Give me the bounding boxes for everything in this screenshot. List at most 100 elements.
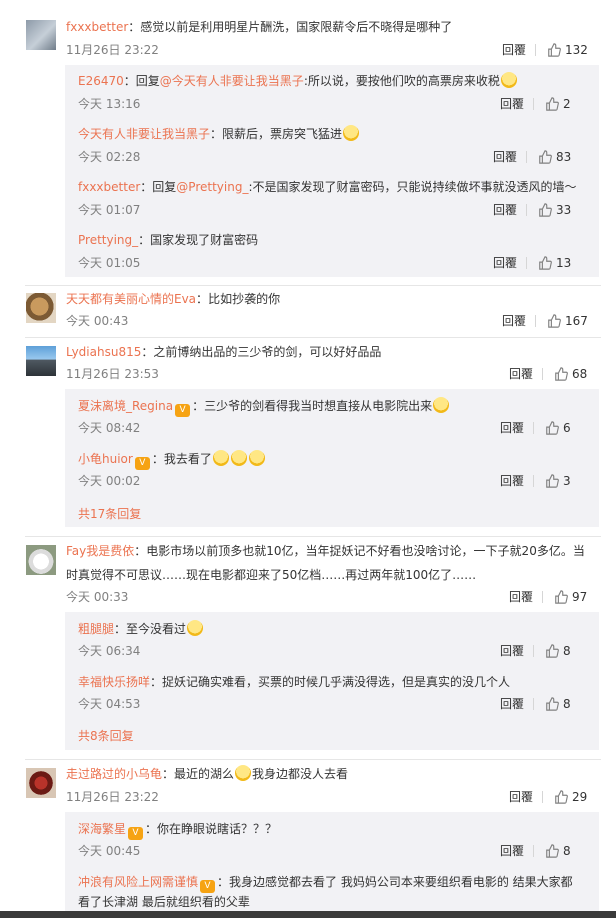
username-link[interactable]: 今天有人非要让我当黑子 bbox=[78, 127, 210, 141]
divider bbox=[533, 475, 534, 487]
mention-link[interactable]: @Prettying_ bbox=[176, 180, 248, 194]
like-button[interactable]: 2 bbox=[545, 96, 571, 112]
username-link[interactable]: 小龟huior bbox=[78, 452, 133, 466]
like-button[interactable]: 33 bbox=[538, 202, 571, 218]
reply-text: 今天有人非要让我当黑子：限薪后，票房突飞猛进 bbox=[78, 125, 360, 143]
username-link[interactable]: 粗腿腿 bbox=[78, 622, 114, 636]
timestamp: 11月26日 23:22 bbox=[66, 790, 159, 804]
like-button[interactable]: 29 bbox=[554, 789, 587, 805]
thumbs-up-icon bbox=[546, 474, 559, 488]
reply-button[interactable]: 回覆 bbox=[502, 42, 526, 58]
reply-button[interactable]: 回覆 bbox=[493, 255, 517, 271]
like-button[interactable]: 132 bbox=[547, 42, 588, 58]
timestamp: 今天 00:02 bbox=[78, 474, 141, 488]
separator bbox=[25, 337, 601, 338]
username-link[interactable]: Fay我是费依 bbox=[66, 544, 134, 558]
divider bbox=[526, 151, 527, 163]
reply-button[interactable]: 回覆 bbox=[500, 696, 524, 712]
reply-button[interactable]: 回覆 bbox=[493, 202, 517, 218]
avatar[interactable] bbox=[26, 293, 56, 323]
username-link[interactable]: fxxxbetter bbox=[78, 180, 140, 194]
username-link[interactable]: E26470 bbox=[78, 74, 124, 88]
thumbs-up-icon bbox=[546, 97, 559, 111]
divider bbox=[526, 204, 527, 216]
reply-text: 冲浪有风险上网需谨慎 V ：我身边感觉都去看了 我妈妈公司本来要组织看电影的 结果大… bbox=[78, 875, 573, 893]
like-button[interactable]: 97 bbox=[554, 589, 587, 605]
divider bbox=[535, 315, 536, 327]
reply-button[interactable]: 回覆 bbox=[509, 589, 533, 605]
smiley-emoji-icon bbox=[212, 450, 229, 466]
mention-link[interactable]: @今天有人非要让我当黑子 bbox=[160, 74, 304, 88]
username-link[interactable]: 深海繁星 bbox=[78, 822, 126, 836]
separator bbox=[25, 285, 601, 286]
reply-button[interactable]: 回覆 bbox=[500, 643, 524, 659]
username-link[interactable]: 幸福快乐扬咩 bbox=[78, 675, 150, 689]
like-button[interactable]: 8 bbox=[545, 843, 571, 859]
username-link[interactable]: Lydiahsu815 bbox=[66, 345, 141, 359]
timestamp: 今天 13:16 bbox=[78, 97, 141, 111]
username-link[interactable]: 冲浪有风险上网需谨慎 bbox=[78, 875, 198, 889]
like-button[interactable]: 8 bbox=[545, 643, 571, 659]
smiley-emoji-icon bbox=[235, 765, 252, 781]
comment-text: Fay我是费依：电影市场以前顶多也就10亿，当年捉妖记不好看也没啥讨论，一下子就… bbox=[66, 544, 585, 558]
reply-button[interactable]: 回覆 bbox=[500, 843, 524, 859]
divider bbox=[533, 98, 534, 110]
comment-text: 走过路过的小乌龟：最近的湖么 我身边都没人去看 bbox=[66, 765, 349, 781]
separator bbox=[25, 759, 601, 760]
timestamp: 今天 02:28 bbox=[78, 150, 141, 164]
smiley-emoji-icon bbox=[343, 125, 360, 141]
vip-badge-icon: V bbox=[200, 880, 216, 893]
reply-button[interactable]: 回覆 bbox=[493, 149, 517, 165]
like-button[interactable]: 6 bbox=[545, 420, 571, 436]
like-button[interactable]: 167 bbox=[547, 313, 588, 329]
thumbs-up-icon bbox=[546, 844, 559, 858]
avatar[interactable] bbox=[26, 545, 56, 575]
like-count: 33 bbox=[556, 203, 572, 217]
vip-badge-icon: V bbox=[128, 827, 144, 840]
reply-button[interactable]: 回覆 bbox=[509, 366, 533, 382]
like-button[interactable]: 83 bbox=[538, 149, 571, 165]
like-button[interactable]: 8 bbox=[545, 696, 571, 712]
thumbs-up-icon bbox=[555, 790, 568, 804]
reply-text: fxxxbetter：回复@Prettying_:不是国家发现了财富密码，只能说… bbox=[78, 180, 577, 194]
more-replies-link[interactable]: 共17条回复 bbox=[78, 506, 141, 522]
timestamp: 今天 08:42 bbox=[78, 421, 141, 435]
timestamp: 今天 06:34 bbox=[78, 644, 141, 658]
reply-text-continued: 看了长津湖 最后就组织看的父辈 bbox=[78, 895, 250, 909]
thumbs-up-icon bbox=[548, 43, 561, 57]
window-bottom-edge bbox=[0, 911, 616, 918]
divider bbox=[533, 645, 534, 657]
comment-text: Lydiahsu815：之前博纳出品的三少爷的剑，可以好好品品 bbox=[66, 345, 382, 359]
reply-button[interactable]: 回覆 bbox=[500, 420, 524, 436]
timestamp: 11月26日 23:53 bbox=[66, 367, 159, 381]
reply-text: Prettying_：国家发现了财富密码 bbox=[78, 233, 259, 247]
smiley-emoji-icon bbox=[500, 72, 517, 88]
username-link[interactable]: 天天都有美丽心情的Eva bbox=[66, 292, 196, 306]
username-link[interactable]: 走过路过的小乌龟 bbox=[66, 767, 162, 781]
timestamp: 今天 00:43 bbox=[66, 314, 129, 328]
username-link[interactable]: fxxxbetter bbox=[66, 20, 128, 34]
avatar[interactable] bbox=[26, 346, 56, 376]
timestamp: 今天 04:53 bbox=[78, 697, 141, 711]
reply-button[interactable]: 回覆 bbox=[500, 96, 524, 112]
like-button[interactable]: 68 bbox=[554, 366, 587, 382]
username-link[interactable]: 夏沫离境_Regina bbox=[78, 399, 173, 413]
comment-feed: fxxxbetter：感觉以前是利用明星片酬洗，国家限薪令后不晓得是哪种了 11… bbox=[0, 0, 616, 918]
reply-button[interactable]: 回覆 bbox=[500, 473, 524, 489]
vip-badge-icon: V bbox=[175, 404, 191, 417]
like-button[interactable]: 13 bbox=[538, 255, 571, 271]
more-replies-link[interactable]: 共8条回复 bbox=[78, 728, 134, 744]
reply-button[interactable]: 回覆 bbox=[502, 313, 526, 329]
avatar[interactable] bbox=[26, 20, 56, 50]
like-count: 83 bbox=[556, 150, 572, 164]
timestamp: 今天 00:33 bbox=[66, 590, 129, 604]
like-button[interactable]: 3 bbox=[545, 473, 571, 489]
thumbs-up-icon bbox=[548, 314, 561, 328]
reply-button[interactable]: 回覆 bbox=[509, 789, 533, 805]
username-link[interactable]: Prettying_ bbox=[78, 233, 138, 247]
smiley-emoji-icon bbox=[187, 620, 204, 636]
avatar[interactable] bbox=[26, 768, 56, 798]
like-count: 8 bbox=[563, 844, 571, 858]
like-count: 167 bbox=[565, 314, 588, 328]
thumbs-up-icon bbox=[555, 590, 568, 604]
